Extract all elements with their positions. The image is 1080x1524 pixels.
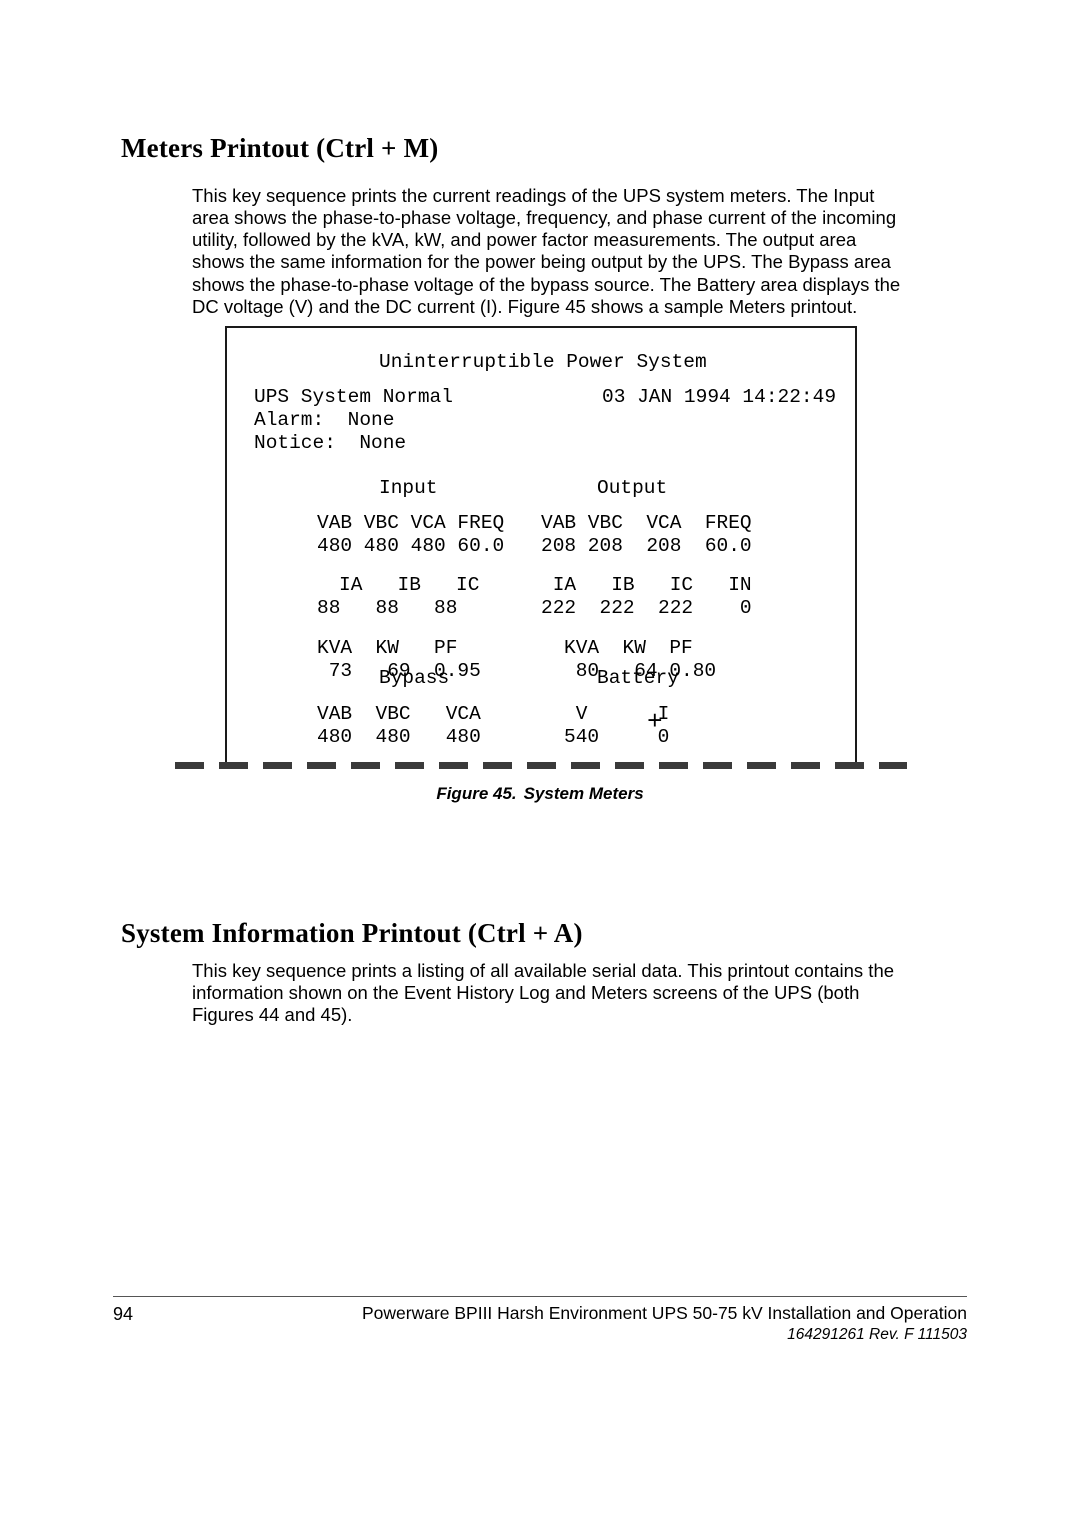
printout-alarm-line: Alarm: None <box>254 409 395 431</box>
printout-datetime: 03 JAN 1994 14:22:49 <box>602 386 837 408</box>
figure-caption: Figure 45. System Meters <box>0 784 1080 804</box>
printout-notice-line: Notice: None <box>254 432 407 454</box>
paragraph-system-information-printout: This key sequence prints a listing of al… <box>192 959 895 1026</box>
figure-caption-number: Figure 45. <box>436 784 517 803</box>
page-title-system-information-printout: System Information Printout (Ctrl + A) <box>121 918 583 949</box>
figure-printout-box: Uninterruptible Power System UPS System … <box>225 326 857 768</box>
output-current-values: 222 222 222 0 <box>541 597 752 619</box>
output-voltage-values: 208 208 208 60.0 <box>541 535 752 557</box>
footer-document-title: Powerware BPIII Harsh Environment UPS 50… <box>361 1303 967 1323</box>
input-voltage-values: 480 480 480 60.0 <box>317 535 505 557</box>
printout-label-output: Output <box>597 477 668 499</box>
printout-system-title: Uninterruptible Power System <box>379 351 707 373</box>
bypass-voltage-header: VAB VBC VCA <box>317 703 481 725</box>
input-power-header: KVA KW PF <box>317 637 458 659</box>
figure-dashed-rule <box>175 762 907 769</box>
printout-label-bypass: Bypass <box>379 667 450 689</box>
figure-caption-title: System Meters <box>523 784 644 803</box>
input-current-header: IA IB IC <box>339 574 480 596</box>
printout-status-line: UPS System Normal <box>254 386 453 408</box>
footer-divider <box>113 1296 967 1297</box>
footer-page-number: 94 <box>113 1304 134 1324</box>
printout-label-battery: Battery <box>597 667 679 689</box>
paragraph-meters-printout: This key sequence prints the current rea… <box>192 184 901 317</box>
bypass-voltage-values: 480 480 480 <box>317 726 481 748</box>
footer-revision: 164291261 Rev. F 111503 <box>787 1326 967 1343</box>
output-current-header: IA IB IC IN <box>541 574 752 596</box>
input-voltage-header: VAB VBC VCA FREQ <box>317 512 505 534</box>
document-page: Meters Printout (Ctrl + M) This key sequ… <box>0 0 1080 1397</box>
terminal-printout: Uninterruptible Power System UPS System … <box>227 328 855 768</box>
output-voltage-header: VAB VBC VCA FREQ <box>541 512 752 534</box>
input-current-values: 88 88 88 <box>317 597 458 619</box>
page-title-meters-printout: Meters Printout (Ctrl + M) <box>121 133 439 164</box>
printout-label-input: Input <box>379 477 438 499</box>
output-power-header: KVA KW PF <box>564 637 693 659</box>
battery-plus-sign-icon: + <box>647 707 663 737</box>
